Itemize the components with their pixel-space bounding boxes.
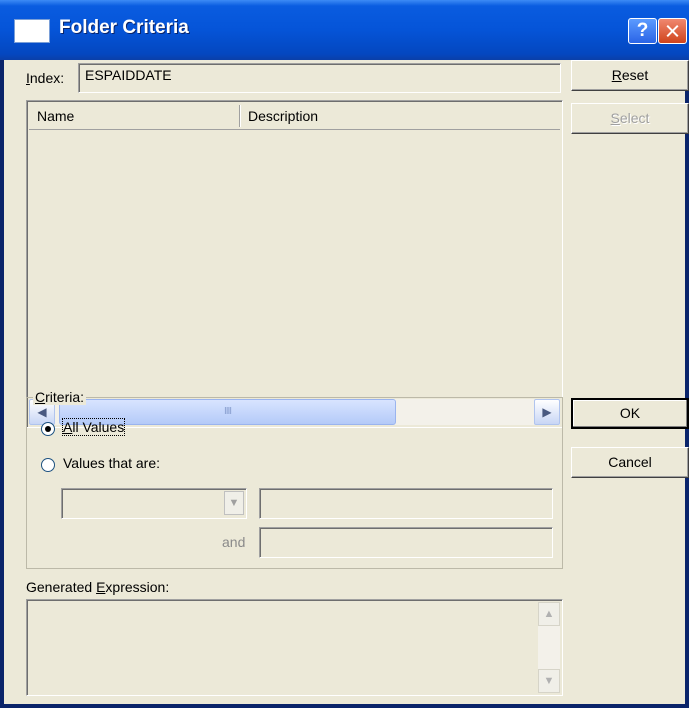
dialog-body: Index: ESPAIDDATE Reset Select Name Desc…	[4, 60, 689, 704]
radio-values-that-are[interactable]	[41, 458, 55, 472]
and-label: and	[222, 534, 246, 550]
help-icon: ?	[636, 20, 649, 41]
list-header: Name Description	[29, 103, 560, 130]
index-label: Index:	[26, 70, 65, 86]
radio-values-that-are-label[interactable]: Values that are:	[63, 455, 160, 471]
scroll-up-icon[interactable]: ▲	[538, 602, 560, 626]
help-button[interactable]: ?	[628, 18, 657, 44]
criteria-group: Criteria: All Values Values that are: ▼ …	[26, 389, 563, 569]
chevron-down-icon[interactable]: ▼	[224, 491, 244, 515]
generated-expression-box[interactable]: ▲ ▼	[26, 599, 563, 696]
vertical-scrollbar[interactable]: ▲ ▼	[538, 602, 560, 693]
index-values-list[interactable]: Name Description ◀ IIII ▶	[26, 100, 563, 428]
value1-field[interactable]	[259, 488, 553, 519]
generated-expression-label: Generated Expression:	[26, 579, 170, 595]
scroll-down-icon[interactable]: ▼	[538, 669, 560, 693]
title-bar[interactable]: Folder Criteria ?	[0, 0, 689, 60]
reset-button[interactable]: Reset	[571, 60, 689, 91]
index-field: ESPAIDDATE	[78, 63, 561, 93]
operator-dropdown[interactable]: ▼	[61, 488, 247, 519]
radio-all-values-label[interactable]: All Values	[61, 418, 126, 436]
ok-button[interactable]: OK	[571, 398, 689, 429]
close-button[interactable]	[658, 18, 687, 44]
criteria-legend: Criteria:	[33, 389, 87, 405]
window-icon	[14, 19, 50, 43]
select-button[interactable]: Select	[571, 103, 689, 134]
dialog-window: Folder Criteria ? Index: ESPAIDDATE Rese…	[0, 0, 689, 708]
radio-all-values[interactable]	[41, 422, 55, 436]
window-title: Folder Criteria	[59, 17, 189, 38]
column-header-description[interactable]: Description	[240, 103, 560, 129]
cancel-button[interactable]: Cancel	[571, 447, 689, 478]
column-header-name[interactable]: Name	[29, 103, 239, 129]
value2-field[interactable]	[259, 527, 553, 558]
